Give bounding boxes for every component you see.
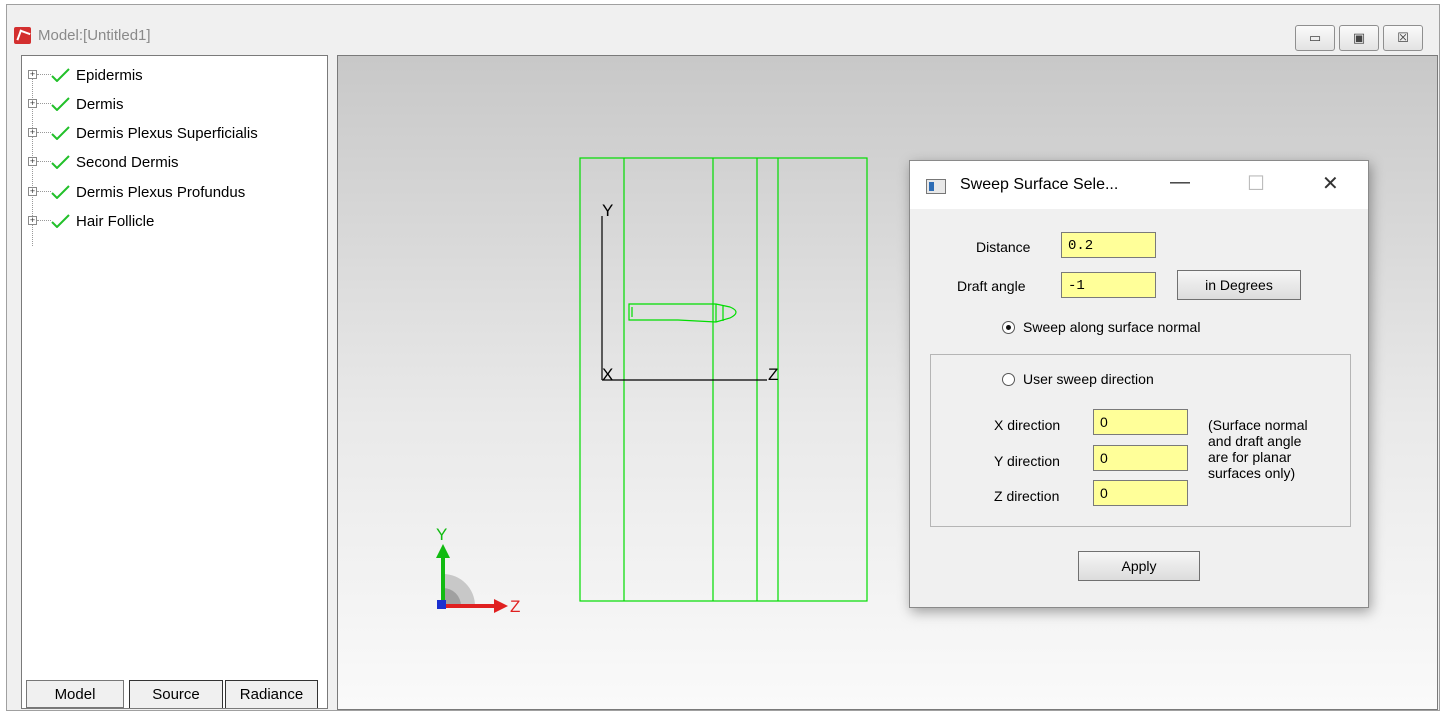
- close-button[interactable]: ☒: [1383, 25, 1423, 51]
- tree-item-label: Hair Follicle: [76, 212, 155, 230]
- tree-item-label: Dermis Plexus Superficialis: [76, 124, 258, 142]
- in-degrees-button[interactable]: in Degrees: [1177, 270, 1301, 300]
- y-direction-input[interactable]: [1093, 445, 1188, 471]
- x-direction-label: X direction: [994, 417, 1061, 433]
- dialog-close-button[interactable]: ✕: [1322, 171, 1339, 196]
- note-line: are for planar: [1208, 449, 1292, 465]
- triad-label-z: Z: [510, 597, 520, 616]
- triad-label-y: Y: [436, 525, 447, 544]
- draft-angle-input[interactable]: [1061, 272, 1156, 298]
- note-line: (Surface normal: [1208, 417, 1308, 433]
- sweep-normal-radio[interactable]: [1002, 321, 1015, 334]
- checkmark-icon: [51, 68, 70, 82]
- expand-icon[interactable]: +: [28, 187, 37, 196]
- expand-icon[interactable]: +: [28, 99, 37, 108]
- draft-angle-label: Draft angle: [957, 278, 1026, 294]
- checkmark-icon: [51, 214, 70, 228]
- tree-connector: [37, 132, 51, 133]
- sweep-surface-dialog: Sweep Surface Sele... — ☐ ✕ Distance Dra…: [909, 160, 1369, 608]
- checkmark-icon: [51, 126, 70, 140]
- expand-icon[interactable]: +: [28, 157, 37, 166]
- tree-connector: [37, 161, 51, 162]
- tab-source[interactable]: Source: [129, 680, 223, 708]
- axis-label-x: X: [602, 365, 613, 384]
- dialog-maximize-button: ☐: [1247, 173, 1265, 195]
- planar-surface-note: (Surface normal and draft angle are for …: [1208, 417, 1348, 481]
- dialog-app-icon: [926, 179, 946, 194]
- hair-follicle-shape: [628, 303, 737, 323]
- sweep-normal-label: Sweep along surface normal: [1023, 319, 1201, 335]
- y-direction-label: Y direction: [994, 453, 1060, 469]
- distance-input[interactable]: [1061, 232, 1156, 258]
- apply-button[interactable]: Apply: [1078, 551, 1200, 581]
- axis-label-y: Y: [602, 201, 613, 220]
- triad-z-arrow: [494, 599, 508, 613]
- model-tree-panel: + Epidermis + Dermis + Dermis Plexus Sup…: [21, 55, 328, 709]
- expand-icon[interactable]: +: [28, 216, 37, 225]
- dialog-titlebar[interactable]: Sweep Surface Sele... — ☐ ✕: [910, 161, 1368, 209]
- tree-connector: [37, 103, 51, 104]
- tree-item-label: Dermis Plexus Profundus: [76, 183, 246, 201]
- z-direction-label: Z direction: [994, 488, 1060, 504]
- expand-icon[interactable]: +: [28, 128, 37, 137]
- dialog-minimize-button[interactable]: —: [1170, 171, 1190, 194]
- expand-icon[interactable]: +: [28, 70, 37, 79]
- distance-label: Distance: [976, 239, 1031, 255]
- orientation-triad: [436, 544, 508, 613]
- tree-connector: [37, 74, 51, 75]
- window-titlebar[interactable]: Model:[Untitled1] ▭ ▣ ☒: [7, 5, 1439, 53]
- tab-radiance[interactable]: Radiance: [225, 680, 318, 708]
- user-direction-radio[interactable]: [1002, 373, 1015, 386]
- dialog-title: Sweep Surface Sele...: [960, 176, 1119, 193]
- triad-y-arrow: [436, 544, 450, 558]
- tree-item-label: Second Dermis: [76, 153, 179, 171]
- tree-connector: [37, 220, 51, 221]
- z-direction-input[interactable]: [1093, 480, 1188, 506]
- axis-label-z: Z: [768, 365, 778, 384]
- tree-item-label: Dermis: [76, 95, 124, 113]
- panel-tabs: Model Source Radiance: [22, 678, 327, 708]
- triad-x-axis: [437, 600, 446, 609]
- tree-connector: [37, 191, 51, 192]
- checkmark-icon: [51, 97, 70, 111]
- minimize-button[interactable]: ▭: [1295, 25, 1335, 51]
- model-axes: [601, 216, 767, 381]
- window-title: Model:[Untitled1]: [38, 27, 151, 44]
- restore-button[interactable]: ▣: [1339, 25, 1379, 51]
- checkmark-icon: [51, 185, 70, 199]
- x-direction-input[interactable]: [1093, 409, 1188, 435]
- note-line: and draft angle: [1208, 433, 1302, 449]
- user-direction-label: User sweep direction: [1023, 371, 1154, 387]
- tree-item-label: Epidermis: [76, 66, 143, 84]
- app-logo-icon: [14, 27, 31, 44]
- tab-model[interactable]: Model: [26, 680, 124, 708]
- note-line: surfaces only): [1208, 465, 1296, 481]
- checkmark-icon: [51, 155, 70, 169]
